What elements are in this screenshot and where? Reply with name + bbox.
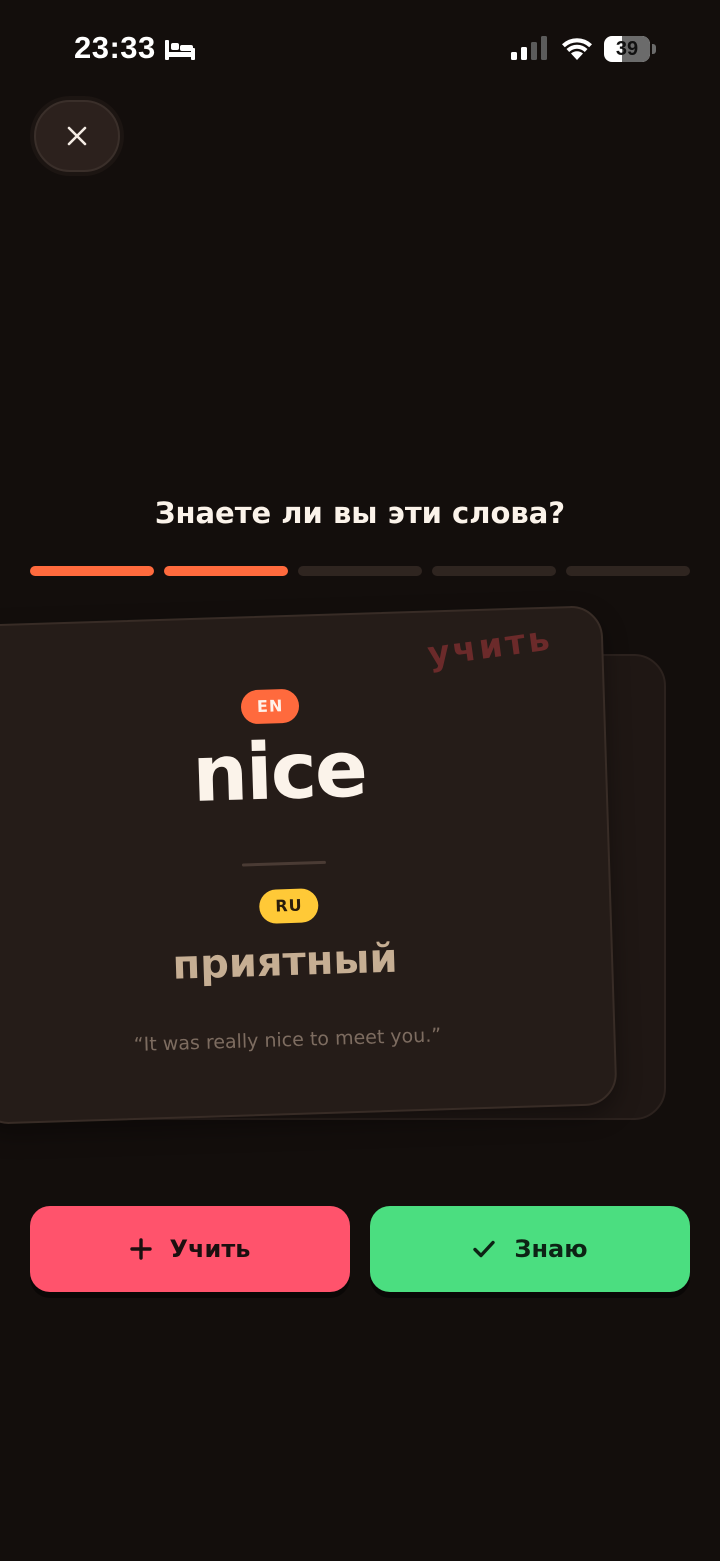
cellular-signal-icon xyxy=(511,36,547,60)
progress-segment xyxy=(30,566,154,576)
close-icon xyxy=(67,126,87,146)
word-card[interactable]: учить EN nice RU приятный “It was really… xyxy=(0,605,618,1125)
progress-segment xyxy=(432,566,556,576)
progress-bar xyxy=(30,566,690,576)
card-divider xyxy=(241,860,326,867)
know-button[interactable]: Знаю xyxy=(370,1206,690,1292)
know-button-label: Знаю xyxy=(514,1235,588,1263)
battery-nub xyxy=(652,44,656,54)
source-language-badge: EN xyxy=(240,688,300,725)
word-quiz-screen: 23:33 39 Знаете ли вы эти слова? учить E… xyxy=(0,0,720,1561)
progress-segment xyxy=(164,566,288,576)
plus-icon xyxy=(129,1238,152,1260)
target-language-badge: RU xyxy=(258,888,320,924)
progress-segment xyxy=(298,566,422,576)
check-icon xyxy=(473,1240,496,1258)
card-translation: приятный xyxy=(171,935,399,989)
status-time: 23:33 xyxy=(74,30,156,65)
learn-stamp: учить xyxy=(425,618,555,675)
progress-segment xyxy=(566,566,690,576)
close-button[interactable] xyxy=(34,100,120,172)
battery-icon: 39 xyxy=(604,36,650,62)
card-example-sentence: “It was really nice to meet you.” xyxy=(133,1024,442,1056)
learn-button-label: Учить xyxy=(169,1235,251,1263)
bed-icon xyxy=(165,40,195,60)
learn-button[interactable]: Учить xyxy=(30,1206,350,1292)
battery-level: 39 xyxy=(615,38,639,60)
card-word: nice xyxy=(191,724,368,820)
quiz-title: Знаете ли вы эти слова? xyxy=(154,496,566,530)
wifi-icon xyxy=(562,38,592,60)
